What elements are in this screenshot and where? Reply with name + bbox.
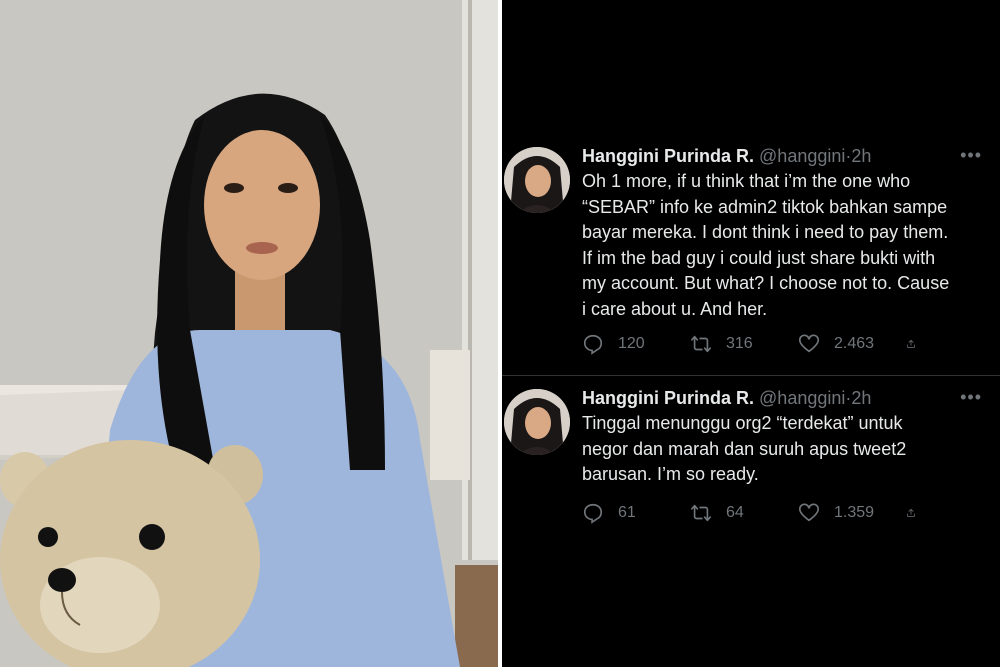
share-button[interactable] bbox=[906, 333, 930, 355]
retweet-icon bbox=[691, 335, 711, 353]
tweet-header: Hanggini Purinda R. @hanggini·2h bbox=[582, 143, 871, 169]
tweet-header: Hanggini Purinda R. @hanggini·2h bbox=[582, 385, 871, 411]
reply-button[interactable]: 61 bbox=[582, 502, 690, 524]
tweet-separator bbox=[502, 375, 1000, 376]
reply-icon bbox=[583, 503, 603, 524]
retweet-button[interactable]: 316 bbox=[690, 333, 798, 355]
author-handle[interactable]: @hanggini bbox=[759, 388, 845, 408]
retweet-button[interactable]: 64 bbox=[690, 502, 798, 524]
like-icon bbox=[799, 503, 819, 522]
reply-count: 61 bbox=[618, 504, 636, 521]
more-icon[interactable]: ••• bbox=[960, 387, 982, 408]
reply-button[interactable]: 120 bbox=[582, 333, 690, 355]
woman-with-teddy-bear-photo bbox=[0, 0, 498, 667]
like-icon bbox=[799, 334, 819, 353]
like-button[interactable]: 2.463 bbox=[798, 333, 906, 355]
retweet-icon bbox=[691, 504, 711, 522]
tweet-text: Oh 1 more, if u think that i’m the one w… bbox=[582, 171, 950, 319]
like-count: 2.463 bbox=[834, 335, 875, 352]
tweet-actions: 120 316 2.463 bbox=[582, 332, 930, 356]
twitter-feed: Hanggini Purinda R. @hanggini·2h ••• Oh … bbox=[502, 0, 1000, 667]
share-icon bbox=[907, 339, 915, 348]
author-handle[interactable]: @hanggini bbox=[759, 146, 845, 166]
avatar-image bbox=[504, 389, 570, 455]
tweet-actions: 61 64 1.359 bbox=[582, 501, 930, 525]
avatar-image bbox=[504, 147, 570, 213]
reply-count: 120 bbox=[618, 335, 645, 352]
share-button[interactable] bbox=[906, 502, 930, 524]
like-button[interactable]: 1.359 bbox=[798, 502, 906, 524]
tweet-text: Tinggal menunggu org2 “terdekat” untuk n… bbox=[582, 413, 907, 484]
retweet-count: 64 bbox=[726, 504, 744, 521]
timestamp[interactable]: 2h bbox=[851, 388, 871, 408]
retweet-count: 316 bbox=[726, 335, 753, 352]
avatar[interactable] bbox=[504, 147, 570, 213]
share-icon bbox=[907, 508, 915, 517]
author-name[interactable]: Hanggini Purinda R. bbox=[582, 388, 754, 408]
author-name[interactable]: Hanggini Purinda R. bbox=[582, 146, 754, 166]
more-icon[interactable]: ••• bbox=[960, 145, 982, 166]
like-count: 1.359 bbox=[834, 504, 875, 521]
timestamp[interactable]: 2h bbox=[851, 146, 871, 166]
avatar[interactable] bbox=[504, 389, 570, 455]
photo-panel bbox=[0, 0, 498, 667]
reply-icon bbox=[583, 334, 603, 355]
